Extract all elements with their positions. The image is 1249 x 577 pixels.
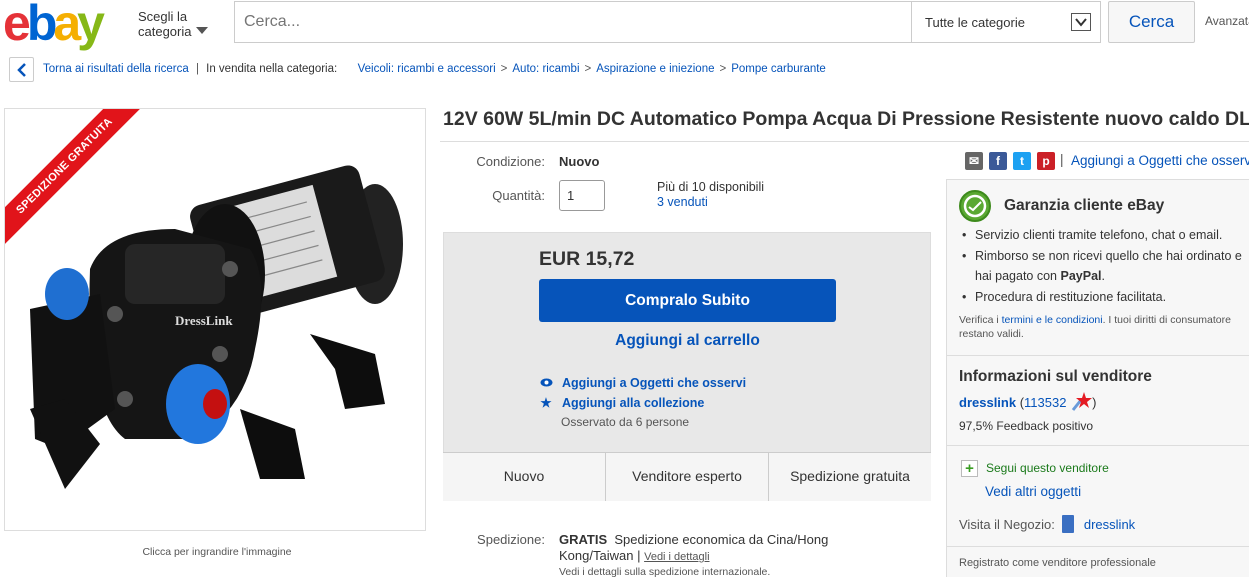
ebay-logo[interactable]: ebay bbox=[3, 0, 127, 48]
search-bar: Tutte le categorie bbox=[234, 1, 1101, 43]
shooting-star-icon bbox=[1071, 392, 1093, 411]
add-to-collection-label: Aggiungi alla collezione bbox=[562, 396, 705, 410]
category-select[interactable]: Tutte le categorie bbox=[911, 2, 1100, 42]
follow-seller-link[interactable]: Segui questo venditore bbox=[986, 461, 1109, 475]
international-shipping-link[interactable]: Vedi i dettagli sulla spedizione interna… bbox=[559, 566, 770, 577]
badge-new: Nuovo bbox=[443, 453, 606, 501]
category-menu-label: Scegli la categoria bbox=[138, 9, 192, 39]
price: EUR 15,72 bbox=[539, 248, 635, 270]
logo-letter-e: e bbox=[3, 0, 31, 51]
breadcrumb-gt: > bbox=[719, 63, 727, 75]
available-count: Più di 10 disponibili bbox=[657, 180, 765, 194]
breadcrumb-category-label: In vendita nella categoria: bbox=[206, 63, 338, 75]
logo-letter-b: b bbox=[26, 0, 57, 51]
right-panel: Garanzia cliente eBay Servizio clienti t… bbox=[946, 179, 1249, 577]
back-to-results-link[interactable]: Torna ai risultati della ricerca bbox=[43, 63, 189, 75]
professional-seller-note: Registrato come venditore professionale bbox=[959, 557, 1156, 569]
seller-name-link[interactable]: dresslink bbox=[959, 395, 1016, 410]
paypal-label: PayPal bbox=[1060, 269, 1102, 283]
email-icon[interactable]: ✉ bbox=[965, 152, 983, 170]
add-to-watchlist-label: Aggiungi a Oggetti che osservi bbox=[562, 376, 747, 390]
guarantee-note: Verifica i termini e le condizioni. I tu… bbox=[959, 313, 1239, 341]
guarantee-point: Rimborso se non ricevi quello che hai or… bbox=[959, 246, 1249, 287]
star-icon: ★ bbox=[540, 396, 552, 410]
search-button[interactable]: Cerca bbox=[1108, 1, 1195, 43]
seller-name: dresslink bbox=[959, 395, 1017, 410]
category-menu[interactable]: Scegli la categoria bbox=[138, 9, 218, 39]
add-to-watchlist-top-link[interactable]: Aggiungi a Oggetti che osservi bbox=[1071, 153, 1249, 168]
twitter-icon[interactable]: t bbox=[1013, 152, 1031, 170]
eye-icon bbox=[539, 376, 553, 390]
store-icon bbox=[1061, 515, 1074, 533]
search-input[interactable] bbox=[235, 2, 911, 42]
item-badges: Nuovo Venditore esperto Spedizione gratu… bbox=[443, 452, 931, 501]
seller-title: Informazioni sul venditore bbox=[959, 368, 1152, 385]
condition-value: Nuovo bbox=[559, 154, 600, 169]
divider bbox=[947, 445, 1249, 446]
image-watermark: DressLink bbox=[175, 313, 233, 328]
buy-box: EUR 15,72 Compralo Subito Aggiungi al ca… bbox=[443, 232, 931, 501]
logo-letter-y: y bbox=[77, 0, 105, 51]
availability: Più di 10 disponibili 3 venduti bbox=[657, 180, 764, 210]
chevron-down-icon bbox=[1071, 13, 1091, 31]
store-link[interactable]: dresslink bbox=[1084, 517, 1135, 532]
handshake-icon bbox=[959, 190, 991, 222]
back-button[interactable] bbox=[9, 57, 34, 82]
badge-free-shipping: Spedizione gratuita bbox=[790, 468, 910, 484]
guarantee-title: Garanzia cliente eBay bbox=[1004, 197, 1165, 214]
plus-icon[interactable]: + bbox=[961, 460, 978, 477]
add-to-cart-link[interactable]: Aggiungi al carrello bbox=[539, 332, 836, 350]
category-select-value: Tutte le categorie bbox=[925, 15, 1025, 30]
shipping-details-link[interactable]: Vedi i dettagli bbox=[644, 551, 709, 563]
pinterest-icon[interactable]: p bbox=[1037, 152, 1055, 170]
item-title: 12V 60W 5L/min DC Automatico Pompa Acqua… bbox=[443, 108, 1249, 130]
add-to-collection-link[interactable]: ★ Aggiungi alla collezione bbox=[539, 395, 704, 410]
breadcrumb: Torna ai risultati della ricerca | In ve… bbox=[43, 63, 826, 75]
quantity-input[interactable] bbox=[559, 180, 605, 211]
breadcrumb-item-pompe[interactable]: Pompe carburante bbox=[731, 63, 826, 75]
badge-expert-seller: Venditore esperto bbox=[606, 453, 769, 501]
advanced-search-link[interactable]: Avanzata bbox=[1205, 14, 1249, 28]
breadcrumb-item-aspirazione[interactable]: Aspirazione e iniezione bbox=[596, 63, 714, 75]
add-to-watchlist-link[interactable]: Aggiungi a Oggetti che osservi bbox=[539, 376, 746, 390]
guarantee-point: Procedura di restituzione facilitata. bbox=[959, 287, 1249, 308]
breadcrumb-gt: > bbox=[500, 63, 508, 75]
guarantee-point: Servizio clienti tramite telefono, chat … bbox=[959, 225, 1249, 246]
shipping-separator: | bbox=[637, 548, 641, 563]
store-label: Visita il Negozio: bbox=[959, 517, 1055, 532]
shipping-info: GRATIS Spedizione economica da Cina/Hong… bbox=[559, 532, 869, 565]
divider bbox=[440, 141, 1249, 142]
store-line: Visita il Negozio: dresslink bbox=[959, 515, 1135, 533]
shipping-label: Spedizione: bbox=[477, 532, 545, 547]
guarantee-list: Servizio clienti tramite telefono, chat … bbox=[959, 225, 1249, 307]
condition-label: Condizione: bbox=[476, 154, 545, 169]
chevron-left-icon bbox=[17, 63, 26, 77]
logo-letter-a: a bbox=[53, 0, 81, 51]
divider bbox=[947, 355, 1249, 356]
terms-link[interactable]: termini e le condizioni bbox=[1002, 314, 1103, 326]
breadcrumb-gt: > bbox=[584, 63, 592, 75]
shipping-free: GRATIS bbox=[559, 532, 608, 547]
watchers-count: Osservato da 6 persone bbox=[561, 415, 690, 429]
feedback-percent: 97,5% Feedback positivo bbox=[959, 419, 1094, 433]
seller-line: dresslink (113532 ) bbox=[959, 390, 1096, 412]
sold-count-link[interactable]: 3 venduti bbox=[657, 195, 708, 209]
breadcrumb-item-veicoli[interactable]: Veicoli: ricambi e accessori bbox=[358, 63, 496, 75]
guarantee-point-text: Rimborso se non ricevi quello che hai or… bbox=[975, 248, 1242, 284]
breadcrumb-separator: | bbox=[195, 63, 199, 75]
share-separator: | bbox=[1060, 152, 1064, 167]
buy-now-button[interactable]: Compralo Subito bbox=[539, 279, 836, 322]
chevron-down-icon bbox=[196, 27, 208, 34]
divider bbox=[947, 546, 1249, 547]
seller-score-link[interactable]: 113532 bbox=[1024, 395, 1066, 410]
image-caption: Clicca per ingrandire l'immagine bbox=[142, 546, 292, 558]
guarantee-note-prefix: Verifica i bbox=[959, 314, 999, 326]
quantity-label: Quantità: bbox=[492, 188, 545, 203]
breadcrumb-item-auto[interactable]: Auto: ricambi bbox=[512, 63, 579, 75]
product-image[interactable]: DressLink SPEDIZIONE GRATUITA bbox=[4, 108, 426, 531]
more-items-link[interactable]: Vedi altri oggetti bbox=[985, 484, 1081, 499]
facebook-icon[interactable]: f bbox=[989, 152, 1007, 170]
